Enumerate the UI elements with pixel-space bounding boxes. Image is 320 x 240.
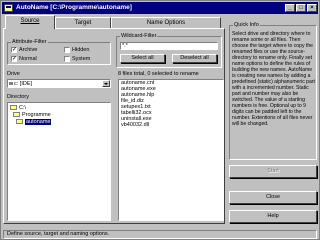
tree-item-label: Programme [22,112,51,118]
system-checkbox[interactable]: System [64,56,90,63]
close-label: Close [265,194,281,200]
tab-name-options-label: Name Options [146,20,186,26]
quick-info-group: Quick Info Select drive and directory wh… [229,22,317,160]
source-panel: Attribute-Filter ✓ Archive Hidden ✓ Norm… [3,28,225,224]
file-count-label: 8 files total, 0 selected to rename [118,71,199,77]
system-label: System [72,56,91,62]
tab-name-options[interactable]: Name Options [111,17,221,28]
app-window: AutoName [C:\Programme\autoname] _ □ × S… [0,0,320,240]
archive-label: Archive [19,47,38,53]
drive-select[interactable]: c: [IDE] [7,79,111,88]
app-icon [4,4,13,12]
status-text: Define source, target and naming options… [7,231,110,237]
tree-item[interactable]: Programme [13,112,51,118]
hidden-label: Hidden [72,47,90,53]
tree-item-selected[interactable]: autoname [16,119,52,125]
window-title: AutoName [C:\Programme\autoname] [16,4,132,11]
close-button[interactable]: Close [229,191,317,204]
file-list[interactable]: autoname.cnt autoname.exe autoname.hlp f… [118,79,224,221]
wildcard-filter-title: Wildcard-Filter [120,33,158,39]
wildcard-filter-group: Wildcard-Filter *.* Select all Deselect … [116,33,222,68]
maximize-button[interactable]: □ [296,4,306,12]
hidden-checkbox[interactable]: Hidden [64,47,89,54]
start-button[interactable]: Start [229,165,317,178]
minimize-button[interactable]: _ [285,4,295,12]
file-item[interactable]: vb40032.dll [119,122,223,128]
archive-checkbox[interactable]: ✓ Archive [11,47,37,54]
quick-info-title: Quick Info [233,22,260,28]
wildcard-value: *.* [122,43,128,49]
directory-tree[interactable]: C:\ Programme autoname [7,102,111,221]
select-all-button[interactable]: Select all [120,54,165,63]
folder-open-icon [16,119,23,124]
checkbox-empty [64,47,70,53]
quick-info-text: Select drive and directory where to rena… [232,31,315,127]
directory-label: Directory [7,94,30,100]
wildcard-input[interactable]: *.* [120,42,218,50]
start-label: Start [267,168,279,174]
folder-open-icon [13,112,20,117]
tab-target-label: Target [74,20,92,26]
title-bar: AutoName [C:\Programme\autoname] _ □ × [2,2,318,14]
tree-item-label: autoname [25,119,52,125]
tab-source[interactable]: Source [5,15,55,29]
help-button[interactable]: Help [229,210,317,223]
tab-target[interactable]: Target [55,17,111,28]
normal-checkbox[interactable]: ✓ Normal [11,56,37,63]
tree-item[interactable]: C:\ [10,105,26,111]
chevron-down-icon[interactable] [102,80,110,87]
drive-icon [9,82,13,85]
tree-item-label: C:\ [19,105,27,111]
attribute-filter-group: Attribute-Filter ✓ Archive Hidden ✓ Norm… [7,39,111,65]
select-all-label: Select all [131,55,154,61]
normal-label: Normal [19,56,37,62]
help-label: Help [267,213,279,219]
tab-source-label: Source [20,18,40,24]
check-icon: ✓ [11,56,18,62]
attribute-filter-title: Attribute-Filter [11,39,48,45]
checkbox-empty [64,56,70,62]
drive-value: c: [IDE] [14,81,33,87]
folder-open-icon [10,105,17,110]
status-bar: Define source, target and naming options… [3,230,317,239]
drive-label: Drive [7,71,20,77]
deselect-all-label: Deselect all [180,55,209,61]
check-icon: ✓ [11,47,18,53]
close-window-button[interactable]: × [307,4,317,12]
deselect-all-button[interactable]: Deselect all [172,54,217,63]
